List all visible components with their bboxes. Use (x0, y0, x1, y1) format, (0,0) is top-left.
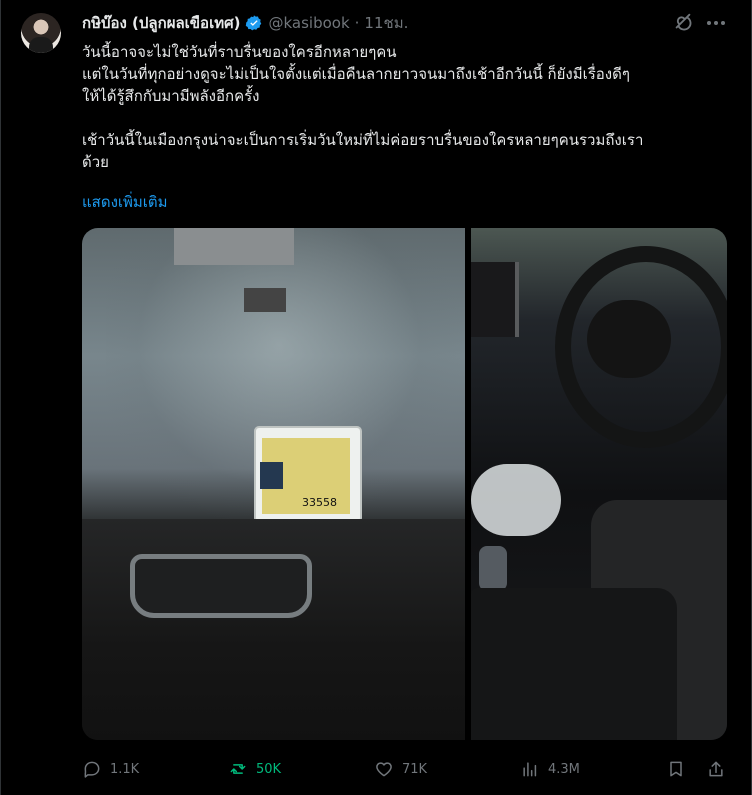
views-icon (523, 762, 537, 777)
author-avatar[interactable] (21, 13, 61, 53)
tweet-header: กษิบ๊อง (ปลูกผลเขือเทศ) @kasibook · 11ชม… (82, 12, 408, 34)
drink-cup (479, 546, 507, 591)
plastic-bag (471, 464, 561, 536)
more-icon[interactable] (705, 12, 727, 34)
tweet-line-6: ด้วย (82, 153, 109, 171)
car-dashboard (82, 519, 465, 740)
repost-icon (230, 764, 246, 774)
reply-icon (84, 761, 100, 778)
tweet-text: วันนี้อาจจะไม่ใช่วันที่ราบรื่นของใครอีกห… (82, 41, 732, 173)
visor-label (244, 288, 286, 312)
tweet-line-2: แต่ในวันที่ทุกอย่างดูจะไม่เป็นใจตั้งแต่เ… (82, 65, 630, 83)
tweet-line-1: วันนี้อาจจะไม่ใช่วันที่ราบรื่นของใครอีกห… (82, 43, 397, 61)
center-console (471, 588, 677, 740)
view-count: 4.3M (548, 761, 580, 777)
taxi-interior-photo[interactable] (471, 228, 727, 740)
left-timeline-border (0, 0, 1, 795)
windshield-sticker (174, 228, 294, 265)
header-separator: · (354, 14, 360, 32)
bookmark-button[interactable] (666, 756, 686, 782)
tweet-line-3: ให้ได้รู้สึกกับมามีพลังอีกครั้ง (82, 87, 260, 105)
taxi-dashboard-photo[interactable]: 33558 (82, 228, 465, 740)
tweet-line-5: เช้าวันนี้ในเมืองกรุงน่าจะเป็นการเริ่มวั… (82, 131, 644, 149)
repost-count: 50K (256, 761, 282, 777)
like-count: 71K (402, 761, 428, 777)
like-button[interactable]: 71K (374, 756, 427, 782)
grok-icon[interactable] (672, 11, 694, 33)
tweet-time[interactable]: 11ชม. (364, 11, 408, 35)
repost-button[interactable]: 50K (228, 756, 281, 782)
tweet-media-grid: 33558 (82, 228, 727, 740)
show-more-link[interactable]: แสดงเพิ่มเติม (82, 190, 168, 214)
tweet-line-4 (82, 107, 732, 129)
like-icon (376, 762, 392, 777)
share-button[interactable] (706, 756, 726, 782)
reply-button[interactable]: 1.1K (82, 756, 139, 782)
car-screen (471, 262, 519, 337)
author-display-name[interactable]: กษิบ๊อง (ปลูกผลเขือเทศ) (82, 11, 240, 35)
tweet-actions: 1.1K 50K 71K 4.3M (82, 756, 734, 782)
share-icon (709, 761, 723, 777)
views-button[interactable]: 4.3M (520, 756, 580, 782)
license-number: 33558 (302, 496, 337, 509)
author-handle[interactable]: @kasibook (268, 14, 349, 32)
verified-badge-icon (246, 15, 262, 31)
reply-count: 1.1K (110, 761, 140, 777)
driver-photo (260, 462, 283, 489)
steering-wheel-hub (587, 300, 671, 378)
bookmark-icon (670, 761, 682, 777)
dashboard-vent (130, 554, 312, 618)
